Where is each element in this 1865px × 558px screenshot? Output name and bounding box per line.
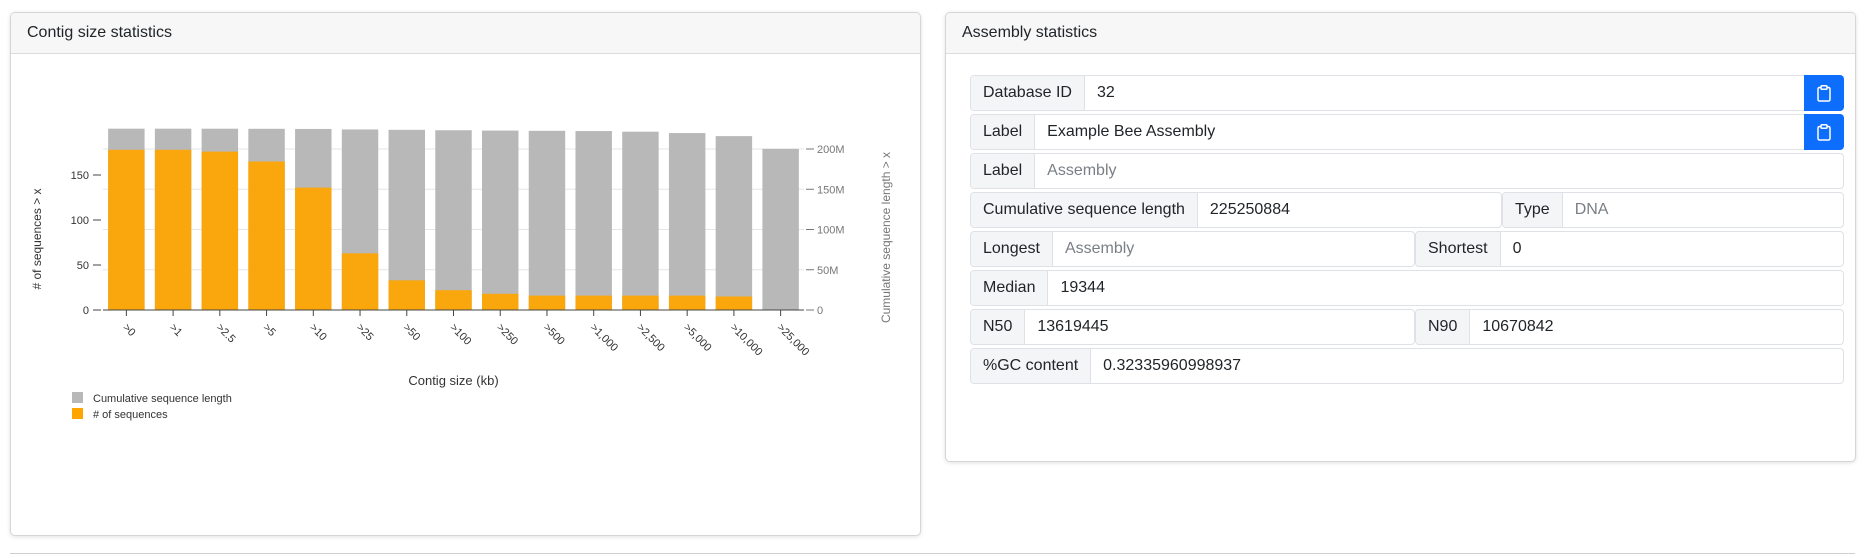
type-placeholder[interactable]: DNA <box>1563 193 1843 227</box>
x-tick-label: >10 <box>307 322 329 344</box>
gc-content-row: %GC content 0.32335960998937 <box>970 348 1844 384</box>
label-1-value[interactable]: Example Bee Assembly <box>1035 115 1804 149</box>
y-tick-label: 50 <box>77 260 89 272</box>
shortest-label: Shortest <box>1416 232 1501 266</box>
sequence-count-bar <box>154 149 192 310</box>
page-divider <box>10 553 1855 554</box>
longest-label: Longest <box>971 232 1053 266</box>
sequence-count-bar <box>715 296 753 310</box>
label-2-label: Label <box>971 154 1036 188</box>
x-tick-label: >100 <box>447 322 473 348</box>
cumulative-length-bar <box>715 136 753 310</box>
x-tick-label: >10,000 <box>728 322 765 359</box>
cumulative-length-bar <box>762 148 799 310</box>
y-axis-title: # of sequences > x <box>30 188 44 289</box>
assembly-stats-card-title: Assembly statistics <box>946 13 1855 54</box>
n90-value[interactable]: 10670842 <box>1470 310 1843 344</box>
cumulative-length-bar <box>575 131 612 310</box>
x-tick-label: >2,500 <box>634 322 666 354</box>
sequence-count-bar <box>201 151 239 310</box>
n50-value[interactable]: 13619445 <box>1025 310 1414 344</box>
database-id-row: Database ID 32 <box>970 75 1844 111</box>
sequence-count-bar <box>482 293 519 310</box>
gc-content-label: %GC content <box>971 349 1092 383</box>
label-row-1: Label Example Bee Assembly <box>970 114 1844 150</box>
sequence-count-bar <box>668 295 706 310</box>
y2-tick-label: 200M <box>817 144 845 156</box>
sequence-count-bar <box>528 295 566 310</box>
n50-label: N50 <box>971 310 1026 344</box>
median-row: Median 19344 <box>970 270 1844 306</box>
longest-placeholder[interactable]: Assembly <box>1053 232 1414 266</box>
label-row-2: Label Assembly <box>970 153 1844 189</box>
sequence-count-bar <box>435 290 472 310</box>
x-tick-label: >50 <box>401 322 423 344</box>
database-id-label: Database ID <box>971 76 1085 110</box>
x-tick-label: >1 <box>167 322 184 339</box>
cumulative-length-label: Cumulative sequence length <box>971 193 1198 227</box>
x-tick-label: >25 <box>354 322 376 344</box>
x-tick-label: >25,000 <box>775 322 812 359</box>
x-tick-label: >500 <box>541 322 567 348</box>
n90-label: N90 <box>1416 310 1471 344</box>
label-1-label: Label <box>971 115 1036 149</box>
longest-shortest-row: Longest Assembly Shortest 0 <box>970 231 1844 267</box>
x-tick-label: >5 <box>260 322 277 339</box>
y2-tick-label: 50M <box>817 265 838 277</box>
sequence-count-bar <box>341 253 379 310</box>
sequence-count-bar <box>388 280 425 310</box>
n50-n90-row: N50 13619445 N90 10670842 <box>970 309 1844 345</box>
y-tick-label: 0 <box>83 305 89 317</box>
copy-label-button[interactable] <box>1804 114 1844 150</box>
x-axis-title: Contig size (kb) <box>408 373 498 388</box>
x-tick-label: >5,000 <box>681 322 713 354</box>
label-2-placeholder[interactable]: Assembly <box>1035 154 1843 188</box>
y2-tick-label: 0 <box>817 305 823 317</box>
sequence-count-bar <box>108 149 145 310</box>
sequence-count-bar <box>575 295 612 310</box>
cumulative-length-bar <box>482 130 519 310</box>
cumulative-length-bar <box>668 133 706 310</box>
clipboard-icon <box>1817 84 1831 102</box>
median-label: Median <box>971 271 1049 305</box>
contig-size-card-title: Contig size statistics <box>11 13 920 54</box>
contig-size-chart: 0 50 100 150 0 50M 100M 150M 200M >0 >1 >2.5 >5 >10 >2… <box>30 128 893 421</box>
legend-label-cumulative: Cumulative sequence length <box>93 393 232 405</box>
cumulative-length-bar <box>528 130 566 310</box>
y-tick-label: 100 <box>71 215 89 227</box>
y2-tick-label: 100M <box>817 225 845 237</box>
assembly-stats-card: Assembly statistics Database ID 32 Label… <box>945 12 1856 462</box>
y2-axis-title: Cumulative sequence length > x <box>879 152 893 323</box>
clipboard-icon <box>1817 123 1831 141</box>
legend-swatch-cumulative <box>72 392 83 403</box>
gc-content-value[interactable]: 0.32335960998937 <box>1091 349 1843 383</box>
type-label: Type <box>1503 193 1563 227</box>
legend-swatch-sequences <box>72 408 83 419</box>
sequence-count-bar <box>248 161 285 310</box>
cumulative-length-value[interactable]: 225250884 <box>1198 193 1501 227</box>
median-value[interactable]: 19344 <box>1048 271 1843 305</box>
legend-label-sequences: # of sequences <box>93 409 168 421</box>
y-tick-label: 150 <box>71 170 89 182</box>
y2-tick-label: 150M <box>817 184 845 196</box>
copy-database-id-button[interactable] <box>1804 75 1844 111</box>
database-id-value[interactable]: 32 <box>1085 76 1804 110</box>
shortest-value[interactable]: 0 <box>1501 232 1843 266</box>
length-type-row: Cumulative sequence length 225250884 Typ… <box>970 192 1844 228</box>
x-tick-label: >250 <box>494 322 520 348</box>
x-tick-label: >0 <box>120 322 137 339</box>
x-tick-label: >1,000 <box>588 322 620 354</box>
x-tick-label: >2.5 <box>214 322 238 346</box>
sequence-count-bar <box>622 295 659 310</box>
sequence-count-bar <box>295 187 332 310</box>
contig-size-card: Contig size statistics 0 50 100 150 0 50M 100M… <box>10 12 921 536</box>
cumulative-length-bar <box>622 131 659 310</box>
cumulative-length-bar <box>435 130 472 310</box>
